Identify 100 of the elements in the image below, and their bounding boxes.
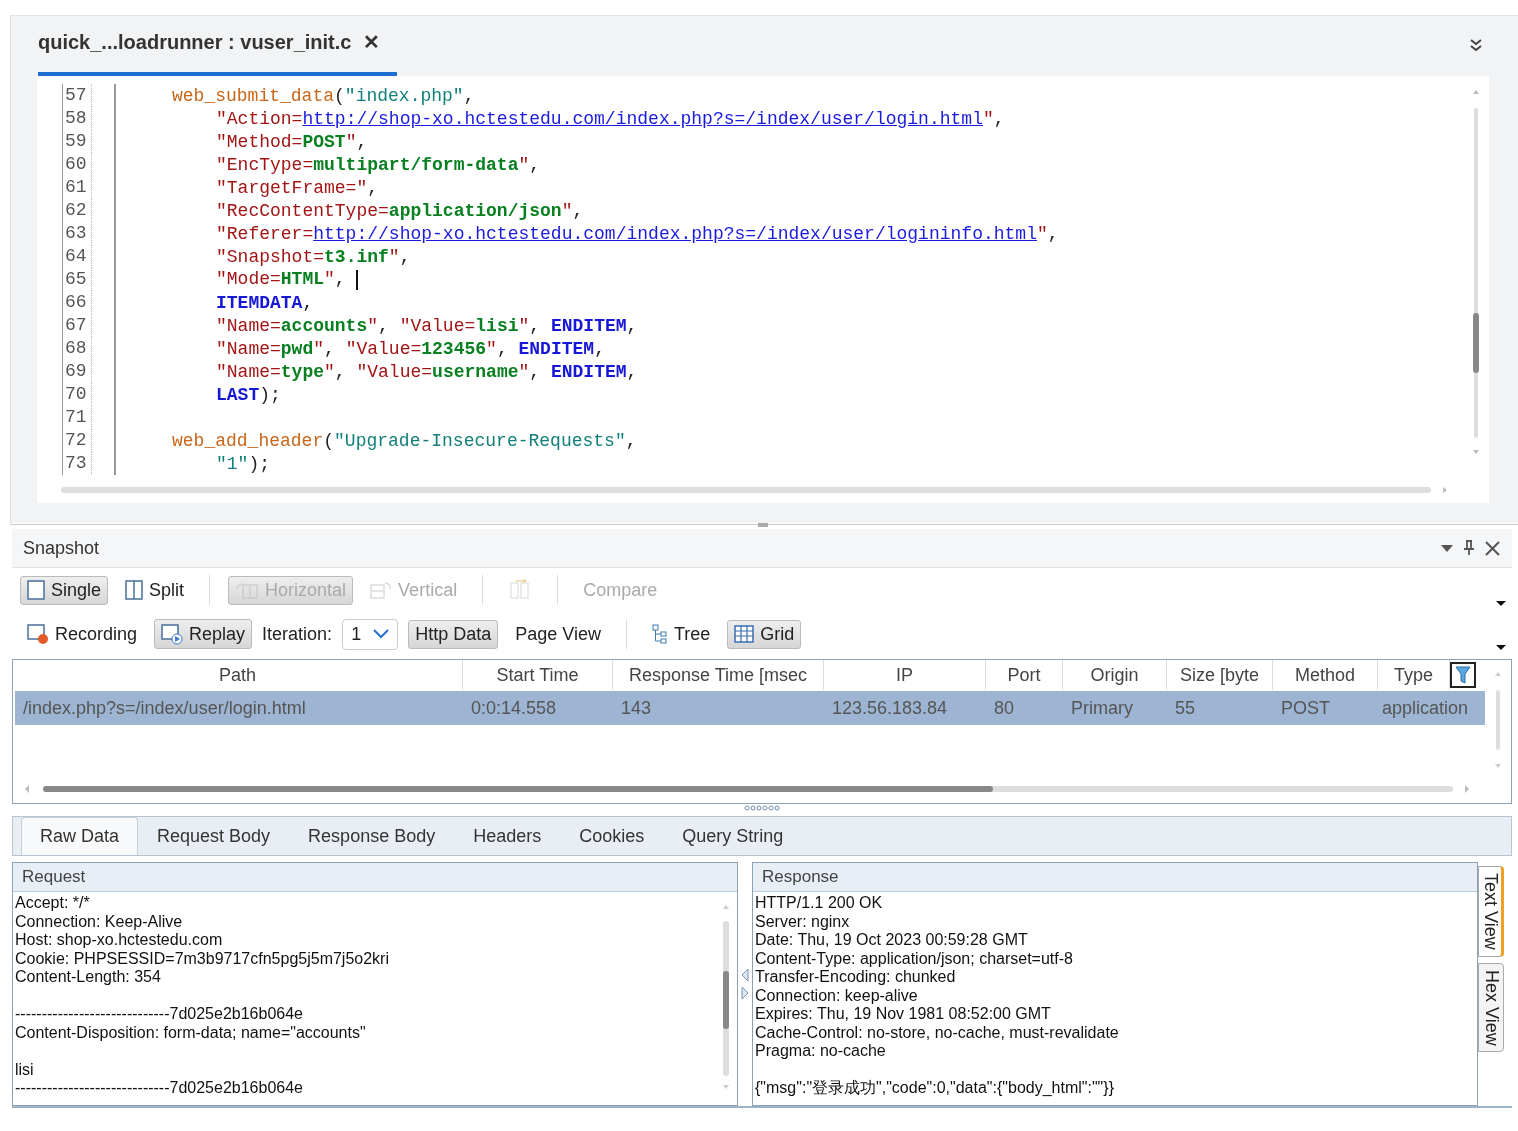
column-header[interactable]: Port <box>986 660 1063 690</box>
code-line: "Name=pwd", "Value=123456", ENDITEM, <box>215 338 605 359</box>
tab[interactable]: Query String <box>663 817 803 855</box>
scrollbar[interactable] <box>1493 670 1503 770</box>
line-number: 69 <box>62 360 92 383</box>
line-number: 66 <box>62 291 92 314</box>
overflow-caret-icon[interactable] <box>1496 645 1506 650</box>
url-link[interactable]: http://shop-xo.hctestedu.com/index.php?s=/index/user/login.html <box>302 108 983 129</box>
line-number: 62 <box>62 199 92 222</box>
line-number: 67 <box>62 314 92 337</box>
iteration-label: Iteration: <box>262 623 333 645</box>
text-line: -----------------------------7d025e2b16b064e <box>15 1005 304 1024</box>
table-cell-text: application <box>1381 697 1470 720</box>
text-line: Content-Type: application/json; charset=utf-8 <box>755 949 1074 968</box>
column-header[interactable]: Path <box>13 660 463 690</box>
code-line: "RecContentType=application/json", <box>215 200 584 221</box>
line-number: 60 <box>62 153 92 176</box>
code-line: "TargetFrame=", <box>215 177 379 198</box>
dropdown-caret-icon[interactable] <box>1441 544 1453 552</box>
toolbar-button[interactable]: Replay <box>154 619 253 649</box>
column-header[interactable]: Start Time <box>463 660 613 690</box>
file-tab[interactable]: quick_...loadrunner : vuser_init.c <box>38 30 352 54</box>
line-number: 72 <box>62 429 92 452</box>
table-row[interactable]: /index.php?s=/index/user/login.html 0:0:14.558 143 123.56.183.84 80 Primary 55 POST application <box>15 691 1485 725</box>
recording-icon <box>27 623 49 645</box>
tab[interactable]: Headers <box>454 817 561 855</box>
tab[interactable]: Response Body <box>289 817 455 855</box>
chevron-down-icon <box>373 629 390 639</box>
line-number: 73 <box>62 452 92 475</box>
table-cell-text: 123.56.183.84 <box>831 697 949 720</box>
line-number: 65 <box>62 268 92 291</box>
code-line: "Method=POST", <box>215 131 368 152</box>
code-line: LAST); <box>215 384 281 405</box>
table-cell-text: 55 <box>1174 697 1197 720</box>
text-line: {"msg":"登录成功","code":0,"data":{"body_html":""}} <box>755 1079 1115 1098</box>
pin-icon[interactable] <box>1463 540 1475 556</box>
column-header[interactable]: Origin <box>1063 660 1167 690</box>
column-header[interactable]: Response Time [msec <box>613 660 824 690</box>
text-line: Server: nginx <box>755 912 851 931</box>
text-line: Connection: Keep-Alive <box>15 912 184 931</box>
replay-icon <box>161 623 184 645</box>
toolbar-button[interactable]: Tree <box>644 619 718 649</box>
table-cell-text: 143 <box>620 697 653 720</box>
tree-icon <box>651 624 668 644</box>
code-line: "Mode=HTML", <box>172 269 359 290</box>
tab[interactable]: Raw Data <box>21 817 139 855</box>
overflow-caret-icon[interactable] <box>1496 601 1506 606</box>
tab[interactable]: Request Body <box>138 817 290 855</box>
split-pane-icon <box>125 580 144 600</box>
line-number: 63 <box>62 222 92 245</box>
code-line: "Referer=http://shop-xo.hctestedu.com/index.php?s=/index/user/logininfo.html", <box>215 223 1059 244</box>
text-line: Content-Disposition: form-data; name="accounts" <box>15 1023 367 1042</box>
toolbar-button[interactable]: Page View <box>508 619 608 649</box>
line-number: 61 <box>62 176 92 199</box>
text-line: Host: shop-xo.hctestedu.com <box>15 931 224 950</box>
code-line: "Snapshot=t3.inf", <box>215 246 411 267</box>
close-button[interactable]: ✕ <box>363 30 381 54</box>
text-line: Cache-Control: no-store, no-cache, must-revalidate <box>755 1023 1120 1042</box>
filter-icon <box>1455 666 1471 684</box>
filter-button[interactable] <box>1450 662 1476 688</box>
column-header[interactable]: IP <box>824 660 986 690</box>
expand-right-icon[interactable] <box>741 986 749 1000</box>
url-link[interactable]: http://shop-xo.hctestedu.com/index.php?s=/index/user/logininfo.html <box>313 223 1037 244</box>
table-cell-text: 0:0:14.558 <box>470 697 558 720</box>
code-line: web_submit_data("index.php", <box>172 85 475 106</box>
text-line: Expires: Thu, 19 Nov 1981 08:52:00 GMT <box>755 1005 1052 1024</box>
tab[interactable]: Cookies <box>560 817 664 855</box>
text-line: -----------------------------7d025e2b16b064e <box>15 1079 304 1098</box>
columns-icon <box>235 581 260 599</box>
column-header[interactable]: Method <box>1273 660 1378 690</box>
toolbar-button[interactable]: Grid <box>727 619 802 649</box>
table-cell-text: /index.php?s=/index/user/login.html <box>22 697 307 720</box>
side-tab[interactable]: Hex View <box>1478 962 1504 1053</box>
line-number: 57 <box>62 84 92 107</box>
text-line: Cookie: PHPSESSID=7m3b9717cfn5pg5j5m7j5o2kri <box>15 949 390 968</box>
line-number: 59 <box>62 130 92 153</box>
toolbar-button[interactable]: Split <box>118 575 192 605</box>
code-line: "Name=accounts", "Value=lisi", ENDITEM, <box>215 315 638 336</box>
table-cell-text: Primary <box>1070 697 1134 720</box>
side-tab[interactable]: Text View <box>1478 866 1504 957</box>
collapse-left-icon[interactable] <box>741 968 749 982</box>
toolbar-button[interactable]: Http Data <box>408 619 499 649</box>
text-line: Connection: keep-alive <box>755 986 919 1005</box>
column-header[interactable]: Size [byte <box>1167 660 1273 690</box>
pane-title: Response <box>753 863 1477 892</box>
line-number: 70 <box>62 383 92 406</box>
close-icon[interactable] <box>1485 540 1500 556</box>
splitter-handle-icon[interactable] <box>744 804 780 812</box>
code-line: "1"); <box>215 453 270 474</box>
grid-icon <box>734 625 755 643</box>
text-line: Content-Length: 354 <box>15 968 162 987</box>
code-editor[interactable] <box>37 76 1489 503</box>
text-line: Pragma: no-cache <box>755 1042 887 1061</box>
code-line: web_add_header("Upgrade-Insecure-Requests", <box>172 430 637 451</box>
double-chevron-icon[interactable] <box>1470 38 1482 52</box>
text-line: Date: Thu, 19 Oct 2023 00:59:28 GMT <box>755 931 1029 950</box>
toolbar-button[interactable]: Single <box>20 575 109 605</box>
toolbar-button[interactable]: Recording <box>20 619 145 649</box>
iteration-dropdown[interactable]: 1 <box>342 618 399 650</box>
text-line: Transfer-Encoding: chunked <box>755 968 957 987</box>
